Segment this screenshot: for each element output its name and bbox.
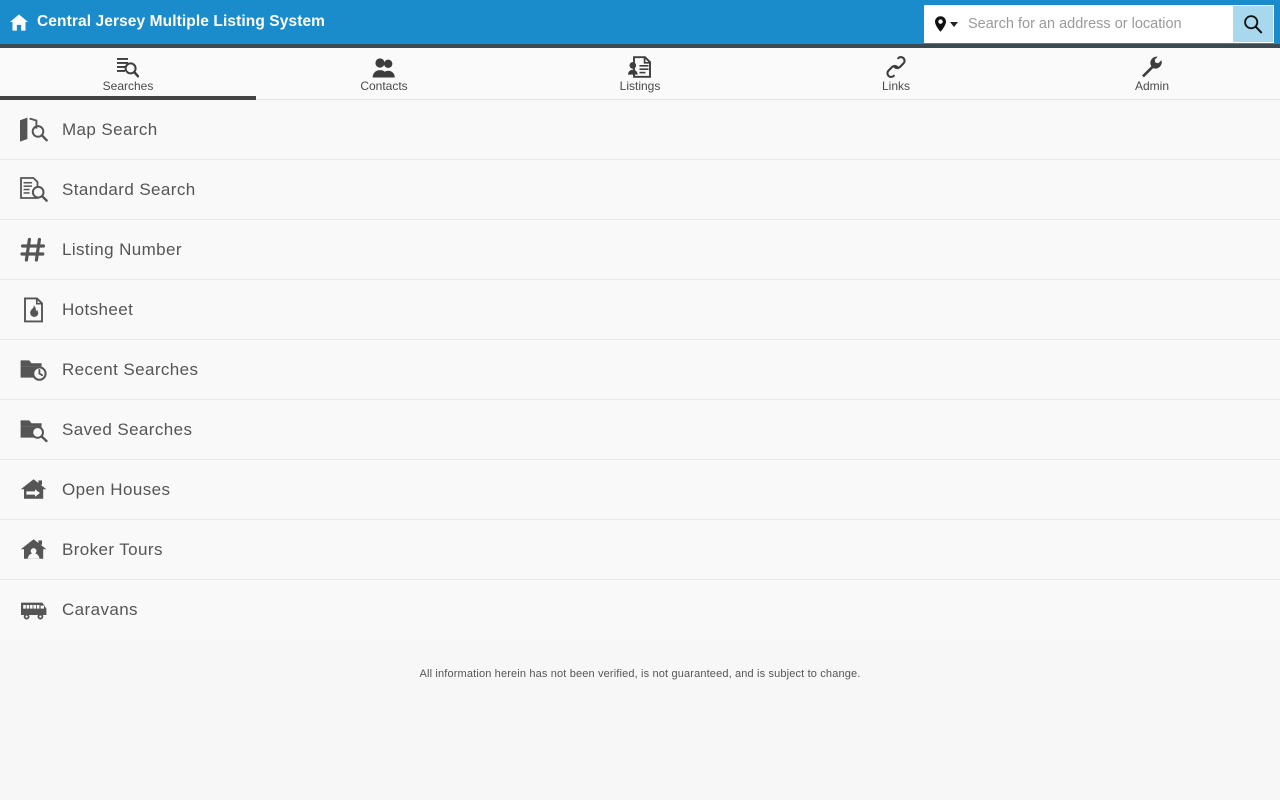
bus-icon xyxy=(18,594,50,626)
menu-item-label: Saved Searches xyxy=(62,419,193,439)
wrench-icon xyxy=(1141,56,1163,78)
menu-item-hotsheet[interactable]: Hotsheet xyxy=(0,280,1280,340)
tab-label: Searches xyxy=(102,79,154,93)
menu-item-listing-number[interactable]: Listing Number xyxy=(0,220,1280,280)
menu-item-broker-tours[interactable]: Broker Tours xyxy=(0,520,1280,580)
tab-searches[interactable]: Searches xyxy=(0,48,256,100)
people-icon xyxy=(372,56,396,78)
menu-item-label: Hotsheet xyxy=(62,299,134,319)
document-search-icon xyxy=(117,56,139,78)
menu-item-label: Recent Searches xyxy=(62,359,199,379)
tab-contacts[interactable]: Contacts xyxy=(256,48,512,99)
menu-item-open-houses[interactable]: Open Houses xyxy=(0,460,1280,520)
chain-link-icon xyxy=(884,56,908,78)
search-type-selector[interactable] xyxy=(925,6,964,42)
tab-listings[interactable]: Listings xyxy=(512,48,768,99)
tab-label: Links xyxy=(881,79,910,93)
app-title: Central Jersey Multiple Listing System xyxy=(37,13,326,30)
search-submit-button[interactable] xyxy=(1233,6,1273,42)
menu-item-label: Caravans xyxy=(62,600,138,619)
app-header: Central Jersey Multiple Listing System xyxy=(0,0,1280,48)
listing-document-icon xyxy=(628,56,652,78)
menu-item-label: Map Search xyxy=(62,119,158,139)
searches-menu-list: Map Search Standard Search Listing Numbe… xyxy=(0,100,1280,640)
flame-document-icon xyxy=(18,294,50,326)
menu-item-label: Standard Search xyxy=(62,179,196,199)
hash-icon xyxy=(18,234,50,266)
house-arrow-icon xyxy=(18,474,50,506)
footer: All information herein has not been veri… xyxy=(0,640,1280,682)
main-tabbar: Searches Contacts Listings Links Admin xyxy=(0,48,1280,100)
footer-disclaimer: All information herein has not been veri… xyxy=(419,668,861,680)
folder-clock-icon xyxy=(18,354,50,386)
menu-item-standard-search[interactable]: Standard Search xyxy=(0,160,1280,220)
menu-item-recent-searches[interactable]: Recent Searches xyxy=(0,340,1280,400)
menu-item-map-search[interactable]: Map Search xyxy=(0,100,1280,160)
house-person-icon xyxy=(18,534,50,566)
menu-item-caravans[interactable]: Caravans xyxy=(0,580,1280,640)
search-input[interactable] xyxy=(964,6,1233,42)
tab-label: Admin xyxy=(1134,79,1169,93)
chevron-down-icon xyxy=(950,21,958,27)
home-icon xyxy=(10,13,28,31)
tab-label: Contacts xyxy=(360,79,408,93)
tab-label: Listings xyxy=(619,79,661,93)
search-icon xyxy=(1244,15,1263,34)
menu-item-label: Open Houses xyxy=(62,479,171,499)
document-search-icon xyxy=(18,174,50,206)
folder-search-icon xyxy=(18,414,50,446)
menu-item-label: Listing Number xyxy=(62,239,182,259)
map-search-icon xyxy=(18,114,50,146)
brand[interactable]: Central Jersey Multiple Listing System xyxy=(10,13,325,31)
location-pin-icon xyxy=(935,16,946,32)
tab-admin[interactable]: Admin xyxy=(1024,48,1280,99)
search-box[interactable] xyxy=(924,5,1274,43)
menu-item-label: Broker Tours xyxy=(62,539,163,559)
tab-links[interactable]: Links xyxy=(768,48,1024,99)
menu-item-saved-searches[interactable]: Saved Searches xyxy=(0,400,1280,460)
